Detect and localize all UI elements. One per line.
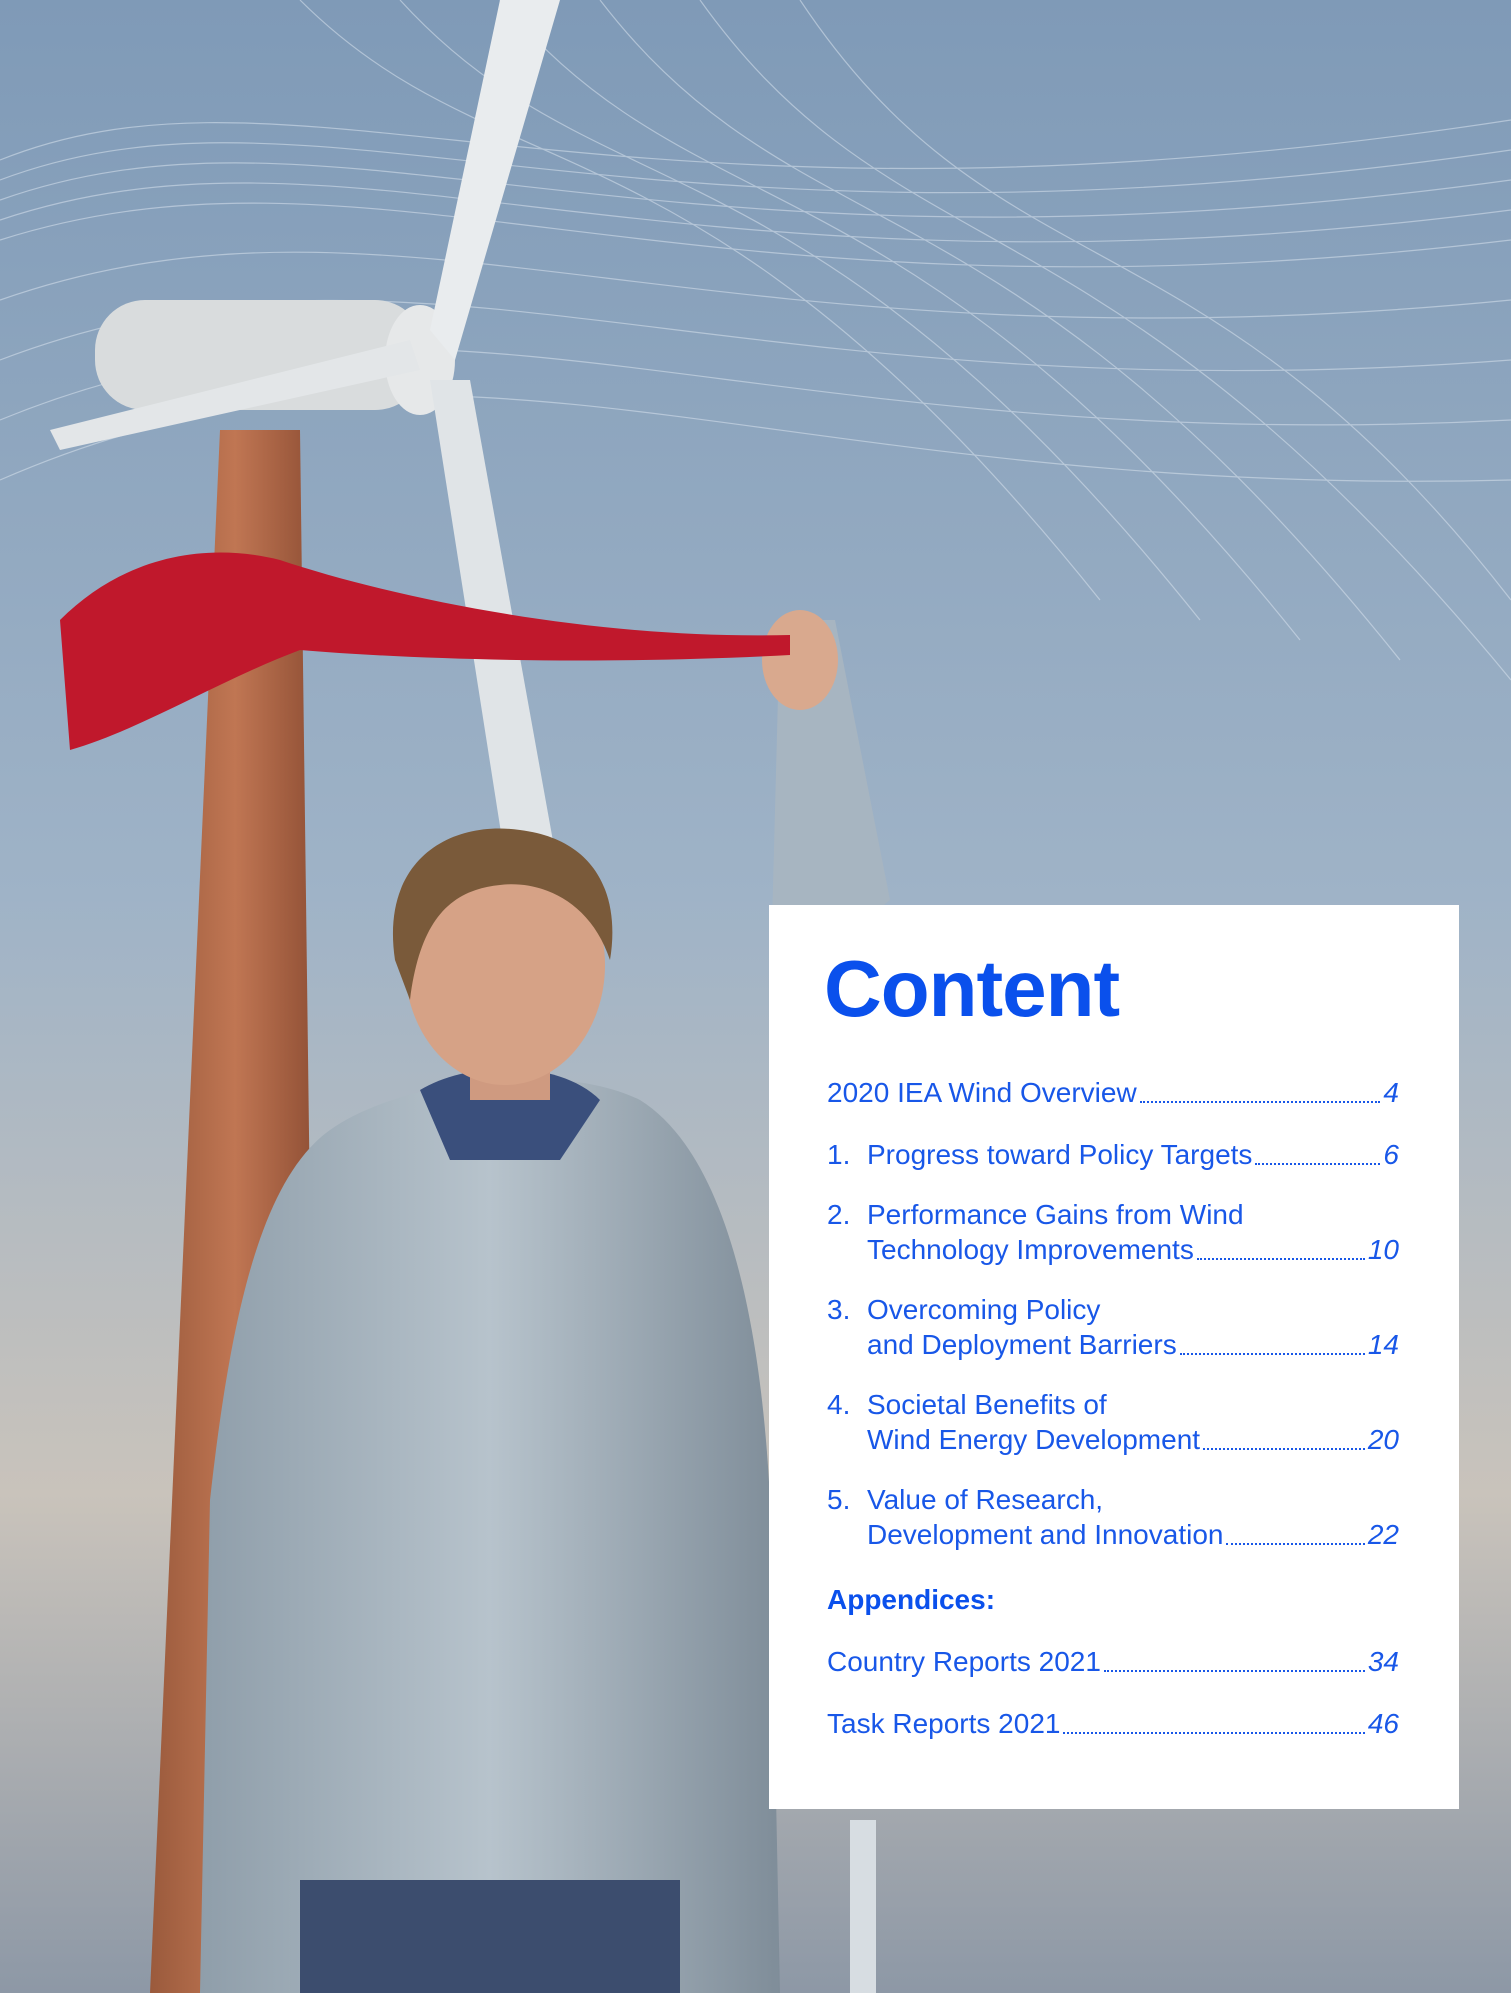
toc-entry-line1: Societal Benefits of — [867, 1389, 1107, 1420]
toc-entry-body: Performance Gains from Wind Technology I… — [867, 1197, 1399, 1267]
toc-section-number: 1. — [827, 1139, 851, 1170]
toc-entry-line: Progress toward Policy Targets 6 — [867, 1137, 1399, 1172]
toc-entry-body: Progress toward Policy Targets 6 — [867, 1137, 1399, 1172]
toc-page-number: 20 — [1367, 1424, 1399, 1455]
toc-entry-task-reports[interactable]: Task Reports 2021 46 — [827, 1706, 1399, 1741]
page: Content 2020 IEA Wind Overview 4 1. Prog… — [0, 0, 1511, 1993]
toc-entry-section-3[interactable]: 3. Overcoming Policy and Deployment Barr… — [827, 1292, 1399, 1362]
toc-entry-line1: Performance Gains from Wind — [867, 1199, 1244, 1230]
dot-leader — [1255, 1162, 1381, 1165]
toc-entry-body: Country Reports 2021 34 — [827, 1644, 1399, 1679]
toc-entry-country-reports[interactable]: Country Reports 2021 34 — [827, 1644, 1399, 1679]
toc-entry-line: 2020 IEA Wind Overview 4 — [827, 1075, 1399, 1110]
dot-leader — [1226, 1542, 1365, 1545]
toc-entry-text: Wind Energy Development — [867, 1424, 1201, 1455]
toc-entry-section-4[interactable]: 4. Societal Benefits of Wind Energy Deve… — [827, 1387, 1399, 1457]
toc-page-number: 14 — [1367, 1329, 1399, 1360]
toc-entry-body: Value of Research, Development and Innov… — [867, 1482, 1399, 1552]
toc-section-number: 5. — [827, 1484, 851, 1515]
toc-page-number: 6 — [1383, 1139, 1399, 1170]
toc-section-number: 3. — [827, 1294, 851, 1325]
appendices-heading: Appendices: — [827, 1584, 996, 1615]
toc-entry-section-5[interactable]: 5. Value of Research, Development and In… — [827, 1482, 1399, 1552]
table-of-contents-panel: Content 2020 IEA Wind Overview 4 1. Prog… — [769, 905, 1459, 1809]
toc-entry-text: and Deployment Barriers — [867, 1329, 1177, 1360]
toc-entry-line: Technology Improvements 10 — [867, 1232, 1399, 1267]
dot-leader — [1203, 1447, 1365, 1450]
toc-entry-text: 2020 IEA Wind Overview — [827, 1077, 1137, 1108]
toc-entry-section-1[interactable]: 1. Progress toward Policy Targets 6 — [827, 1137, 1399, 1172]
toc-title: Content — [824, 944, 1120, 1033]
toc-entry-text: Technology Improvements — [867, 1234, 1194, 1265]
dot-leader — [1196, 1257, 1365, 1260]
toc-section-number: 2. — [827, 1199, 851, 1230]
toc-entry-line: Task Reports 2021 46 — [827, 1706, 1399, 1741]
toc-entry-section-2[interactable]: 2. Performance Gains from Wind Technolog… — [827, 1197, 1399, 1267]
toc-entry-body: Overcoming Policy and Deployment Barrier… — [867, 1292, 1399, 1362]
toc-entry-text: Task Reports 2021 — [827, 1708, 1061, 1739]
dot-leader — [1103, 1669, 1365, 1672]
toc-page-number: 46 — [1367, 1708, 1399, 1739]
toc-entry-line: Development and Innovation 22 — [867, 1517, 1399, 1552]
toc-entry-line1: Value of Research, — [867, 1484, 1104, 1515]
toc-entry-text: Development and Innovation — [867, 1519, 1224, 1550]
dot-leader — [1139, 1100, 1381, 1103]
toc-entry-text: Progress toward Policy Targets — [867, 1139, 1253, 1170]
toc-entry-line: Wind Energy Development 20 — [867, 1422, 1399, 1457]
toc-page-number: 10 — [1367, 1234, 1399, 1265]
toc-entry-text: Country Reports 2021 — [827, 1646, 1101, 1677]
toc-entry-body: Task Reports 2021 46 — [827, 1706, 1399, 1741]
toc-entry-body: 2020 IEA Wind Overview 4 — [827, 1075, 1399, 1110]
toc-entry-line1: Overcoming Policy — [867, 1294, 1101, 1325]
toc-page-number: 4 — [1383, 1077, 1399, 1108]
toc-entry-body: Societal Benefits of Wind Energy Develop… — [867, 1387, 1399, 1457]
toc-section-number: 4. — [827, 1389, 851, 1420]
toc-list: 2020 IEA Wind Overview 4 1. Progress tow… — [827, 1075, 1399, 1741]
toc-page-number: 34 — [1367, 1646, 1399, 1677]
dot-leader — [1179, 1352, 1365, 1355]
dot-leader — [1063, 1731, 1365, 1734]
toc-entry-line: and Deployment Barriers 14 — [867, 1327, 1399, 1362]
toc-page-number: 22 — [1367, 1519, 1399, 1550]
toc-entry-line: Country Reports 2021 34 — [827, 1644, 1399, 1679]
toc-entry-overview[interactable]: 2020 IEA Wind Overview 4 — [827, 1075, 1399, 1110]
